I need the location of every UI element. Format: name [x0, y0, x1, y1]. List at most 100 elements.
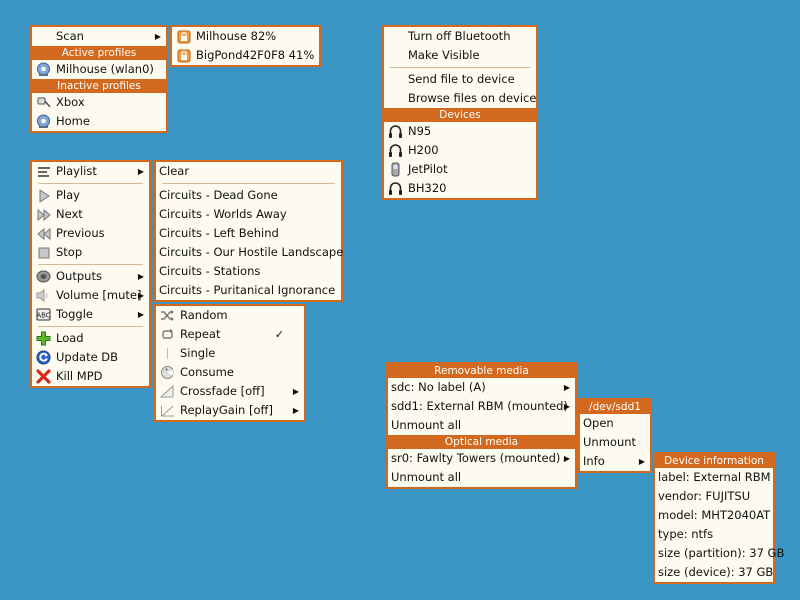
speaker-output-icon	[36, 269, 51, 284]
crossfade-item[interactable]: Crossfade [off] ▶	[156, 382, 304, 401]
item-label: Random	[180, 308, 228, 322]
scan-submenu: Milhouse 82% BigPond42F0F8 41%	[170, 25, 321, 67]
info-item[interactable]: Info ▶	[580, 452, 650, 471]
device-submenu-header: /dev/sdd1	[580, 400, 650, 414]
random-item[interactable]: Random	[156, 306, 304, 325]
unmount-item[interactable]: Unmount	[580, 433, 650, 452]
device-item-h200[interactable]: H200	[384, 141, 536, 160]
item-label: sr0: Fawlty Towers (mounted)	[391, 451, 561, 465]
browse-files-item[interactable]: Browse files on device	[384, 89, 536, 108]
playlist-track-item[interactable]: Circuits - Our Hostile Landscape	[156, 243, 343, 262]
kill-mpd-item[interactable]: Kill MPD	[32, 367, 149, 386]
info-line-partition-size: size (partition): 37 GB	[655, 544, 784, 563]
device-item-n95[interactable]: N95	[384, 122, 536, 141]
unmount-all-removable-item[interactable]: Unmount all	[388, 416, 575, 435]
single-item[interactable]: Single	[156, 344, 304, 363]
make-visible-item[interactable]: Make Visible	[384, 46, 536, 65]
item-label: Circuits - Worlds Away	[159, 207, 287, 221]
media-item-sdd1[interactable]: sdd1: External RBM (mounted) ▶	[388, 397, 575, 416]
device-item-jetpilot[interactable]: JetPilot	[384, 160, 536, 179]
item-label: Unmount all	[391, 470, 462, 484]
device-label: BH320	[408, 181, 447, 195]
item-label: Circuits - Dead Gone	[159, 188, 278, 202]
item-label: Unmount all	[391, 418, 462, 432]
info-line-device-size: size (device): 37 GB	[655, 563, 773, 582]
repeat-icon	[160, 327, 175, 342]
scan-result-label: BigPond42F0F8 41%	[196, 48, 315, 62]
submenu-arrow-icon: ▶	[137, 310, 144, 319]
playlist-track-item[interactable]: Circuits - Puritanical Ignorance	[156, 281, 341, 300]
play-item[interactable]: Play	[32, 186, 149, 205]
device-label: N95	[408, 124, 432, 138]
consume-item[interactable]: Consume	[156, 363, 304, 382]
item-label: Clear	[159, 164, 190, 178]
unmount-all-optical-item[interactable]: Unmount all	[388, 468, 575, 487]
info-line-label: label: External RBM	[655, 468, 773, 487]
scan-item[interactable]: Scan ▶	[32, 27, 166, 46]
optical-media-header: Optical media	[388, 435, 575, 449]
outputs-item[interactable]: Outputs ▶	[32, 267, 149, 286]
playlist-icon	[36, 164, 51, 179]
volume-item[interactable]: Volume [mute] ▶	[32, 286, 149, 305]
profile-item-home[interactable]: Home	[32, 112, 166, 131]
playlist-item[interactable]: Playlist ▶	[32, 162, 149, 181]
media-menu: Removable media sdc: No label (A) ▶ sdd1…	[386, 362, 577, 489]
item-label: Outputs	[56, 269, 102, 283]
item-label: sdc: No label (A)	[391, 380, 486, 394]
scan-result-item[interactable]: Milhouse 82%	[172, 27, 319, 46]
item-label: Crossfade [off]	[180, 384, 265, 398]
separator	[38, 326, 143, 327]
scan-result-item[interactable]: BigPond42F0F8 41%	[172, 46, 319, 65]
media-item-sdc[interactable]: sdc: No label (A) ▶	[388, 378, 575, 397]
item-label: Circuits - Stations	[159, 264, 261, 278]
active-profiles-header: Active profiles	[32, 46, 166, 60]
previous-item[interactable]: Previous	[32, 224, 149, 243]
scan-result-label: Milhouse 82%	[196, 29, 277, 43]
playlist-track-item[interactable]: Circuits - Worlds Away	[156, 205, 341, 224]
media-item-sr0[interactable]: sr0: Fawlty Towers (mounted) ▶	[388, 449, 575, 468]
submenu-arrow-icon: ▶	[638, 457, 645, 466]
next-item[interactable]: Next	[32, 205, 149, 224]
send-file-item[interactable]: Send file to device	[384, 70, 536, 89]
profile-item-xbox[interactable]: Xbox	[32, 93, 166, 112]
scan-label: Scan	[56, 29, 84, 43]
playlist-clear-item[interactable]: Clear	[156, 162, 341, 181]
headset-icon	[388, 124, 403, 139]
device-info-panel: Device information label: External RBM v…	[653, 452, 784, 584]
checkmark-icon: ✓	[274, 328, 284, 341]
playlist-track-item[interactable]: Circuits - Stations	[156, 262, 341, 281]
lock-icon	[176, 48, 191, 63]
previous-icon	[36, 226, 51, 241]
item-label: Open	[583, 416, 614, 430]
info-line-vendor: vendor: FUJITSU	[655, 487, 773, 506]
headset-icon	[388, 143, 403, 158]
replaygain-item[interactable]: ReplayGain [off] ▶	[156, 401, 304, 420]
lock-icon	[176, 29, 191, 44]
repeat-item[interactable]: Repeat ✓	[156, 325, 304, 344]
submenu-arrow-icon: ▶	[563, 383, 570, 392]
playlist-submenu: Clear Circuits - Dead Gone Circuits - Wo…	[154, 160, 343, 302]
load-item[interactable]: Load	[32, 329, 149, 348]
separator	[390, 67, 530, 68]
item-label: Browse files on device	[408, 91, 537, 105]
profile-item-milhouse[interactable]: Milhouse (wlan0)	[32, 60, 166, 79]
open-item[interactable]: Open	[580, 414, 650, 433]
item-label: ReplayGain [off]	[180, 403, 273, 417]
stop-icon	[36, 245, 51, 260]
item-label: Turn off Bluetooth	[408, 29, 511, 43]
toggle-icon: ABC	[36, 307, 51, 322]
update-db-item[interactable]: Update DB	[32, 348, 149, 367]
submenu-arrow-icon: ▶	[563, 454, 570, 463]
submenu-arrow-icon: ▶	[292, 406, 299, 415]
stop-item[interactable]: Stop	[32, 243, 149, 262]
info-line-model: model: MHT2040AT	[655, 506, 773, 525]
add-icon	[36, 331, 51, 346]
refresh-icon	[36, 350, 51, 365]
turn-off-bluetooth-item[interactable]: Turn off Bluetooth	[384, 27, 536, 46]
playlist-track-item[interactable]: Circuits - Left Behind	[156, 224, 341, 243]
playlist-track-item[interactable]: Circuits - Dead Gone	[156, 186, 341, 205]
toggle-item[interactable]: ABC Toggle ▶	[32, 305, 149, 324]
profile-label: Home	[56, 114, 90, 128]
device-item-bh320[interactable]: BH320	[384, 179, 536, 198]
devices-header: Devices	[384, 108, 536, 122]
